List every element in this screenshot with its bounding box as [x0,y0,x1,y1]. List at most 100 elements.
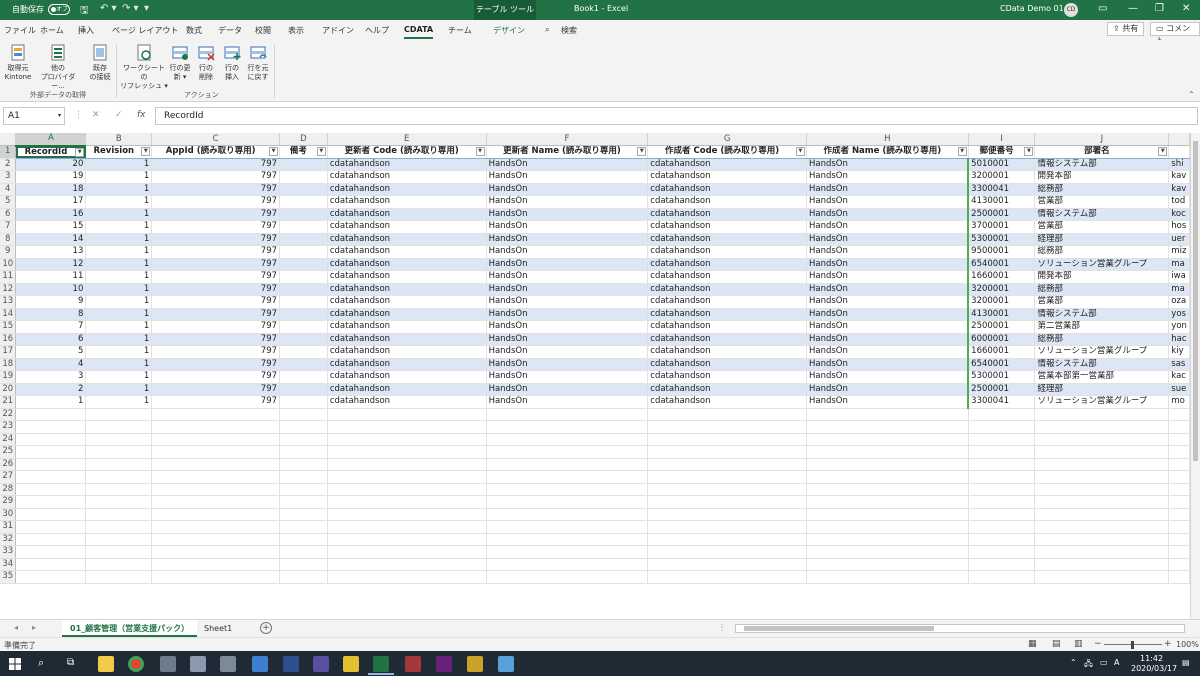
row-header[interactable]: 2 [0,158,17,171]
table-cell[interactable] [327,483,487,496]
table-cell[interactable] [1034,570,1170,584]
tab-design[interactable]: デザイン [493,25,525,36]
table-cell[interactable]: cdatahandson [327,170,487,184]
search-box[interactable]: 検索 [561,25,577,36]
table-cell[interactable]: 2500001 [967,208,1036,221]
table-cell[interactable] [85,470,153,484]
table-cell[interactable]: HandsOn [806,308,969,321]
table-cell[interactable] [279,258,328,271]
table-cell[interactable] [279,533,328,546]
table-cell[interactable]: sue [1168,383,1190,396]
table-cell[interactable]: 19 [15,170,87,184]
table-cell[interactable]: 1 [85,258,153,271]
table-cell[interactable] [806,483,969,496]
table-cell[interactable] [647,483,807,496]
table-cell[interactable] [486,433,649,446]
table-cell[interactable]: HandsOn [486,245,649,259]
table-cell[interactable] [279,433,328,446]
table-cell[interactable]: 10 [15,283,87,296]
filter-dropdown-icon[interactable]: ▼ [1024,147,1034,156]
row-header[interactable]: 1 [0,145,17,159]
table-cell[interactable] [968,433,1036,446]
table-cell[interactable] [806,433,969,446]
settings-icon[interactable] [160,656,176,672]
table-cell[interactable] [15,470,87,484]
table-cell[interactable] [279,408,328,421]
table-cell[interactable] [279,495,328,509]
table-cell[interactable]: 6540001 [967,358,1036,371]
table-cell[interactable] [486,420,649,434]
ime-indicator[interactable]: A [1114,658,1119,667]
table-cell[interactable]: HandsOn [486,283,649,296]
row-header[interactable]: 25 [0,445,17,459]
table-cell[interactable]: cdatahandson [327,358,487,371]
table-cell[interactable] [151,408,281,421]
table-cell[interactable]: 経理部 [1034,233,1170,246]
table-cell[interactable]: cdatahandson [647,258,807,271]
table-cell[interactable]: koc [1168,208,1190,221]
table-cell[interactable]: 営業部 [1034,195,1170,209]
table-cell[interactable]: tod [1168,195,1190,209]
table-cell[interactable]: cdatahandson [647,370,807,384]
table-cell[interactable]: 2 [15,383,87,396]
table-cell[interactable] [85,508,153,521]
table-cell[interactable] [486,558,649,571]
table-cell[interactable]: iwa [1168,270,1190,284]
table-cell[interactable] [279,545,328,559]
table-cell[interactable] [15,408,87,421]
table-cell[interactable]: 5 [15,345,87,359]
table-cell[interactable] [327,445,487,459]
table-cell[interactable]: HandsOn [486,233,649,246]
table-cell[interactable] [1034,483,1170,496]
table-cell[interactable]: HandsOn [806,220,969,234]
table-cell[interactable]: 総務部 [1034,283,1170,296]
tab-home[interactable]: ホーム [40,25,64,36]
table-cell[interactable]: cdatahandson [327,333,487,346]
table-cell[interactable] [151,420,281,434]
table-cell[interactable] [151,558,281,571]
column-header[interactable]: E [327,133,487,146]
existing-connections-button[interactable]: 既存 の接続 [84,43,116,82]
table-cell[interactable]: 情報システム部 [1034,308,1170,321]
table-cell[interactable]: cdatahandson [327,383,487,396]
table-cell[interactable]: 総務部 [1034,183,1170,196]
table-cell[interactable] [151,570,281,584]
app-icon[interactable] [343,656,359,672]
table-cell[interactable] [968,458,1036,471]
enter-icon[interactable]: ✓ [115,110,123,120]
table-cell[interactable] [647,533,807,546]
table-cell[interactable] [279,370,328,384]
table-cell[interactable]: 797 [151,295,281,309]
table-cell[interactable]: 797 [151,158,281,171]
table-cell[interactable] [85,570,153,584]
table-header-cell[interactable]: 更新者 Code (読み取り専用) ▼ [327,145,487,159]
table-cell[interactable] [151,520,281,534]
table-cell[interactable] [151,545,281,559]
avatar[interactable]: CD [1064,3,1078,17]
table-cell[interactable]: HandsOn [486,308,649,321]
table-cell[interactable] [1034,408,1170,421]
table-cell[interactable]: 8 [15,308,87,321]
row-header[interactable]: 28 [0,483,17,496]
customize-qat-icon[interactable]: ▾ [144,3,149,14]
table-cell[interactable] [151,533,281,546]
table-cell[interactable] [1168,508,1190,521]
table-cell[interactable] [1034,433,1170,446]
network-icon[interactable]: 🖧 [1084,658,1093,672]
table-cell[interactable]: HandsOn [806,170,969,184]
table-cell[interactable] [327,570,487,584]
normal-view-icon[interactable]: ▦ [1028,639,1037,649]
table-cell[interactable]: cdatahandson [327,233,487,246]
table-cell[interactable] [327,558,487,571]
table-cell[interactable]: 1 [85,283,153,296]
table-cell[interactable] [327,545,487,559]
table-cell[interactable]: 4130001 [967,195,1036,209]
table-cell[interactable]: 1660001 [967,345,1036,359]
access-icon[interactable] [405,656,421,672]
taskbar-search-icon[interactable]: ⌕ [38,656,44,670]
table-cell[interactable] [968,445,1036,459]
tab-addins[interactable]: アドイン [322,25,354,36]
revert-row-button[interactable]: 行を元 に戻す [242,43,274,82]
table-cell[interactable]: cdatahandson [647,220,807,234]
table-header-cell[interactable]: RecordId ▼ [15,145,87,159]
